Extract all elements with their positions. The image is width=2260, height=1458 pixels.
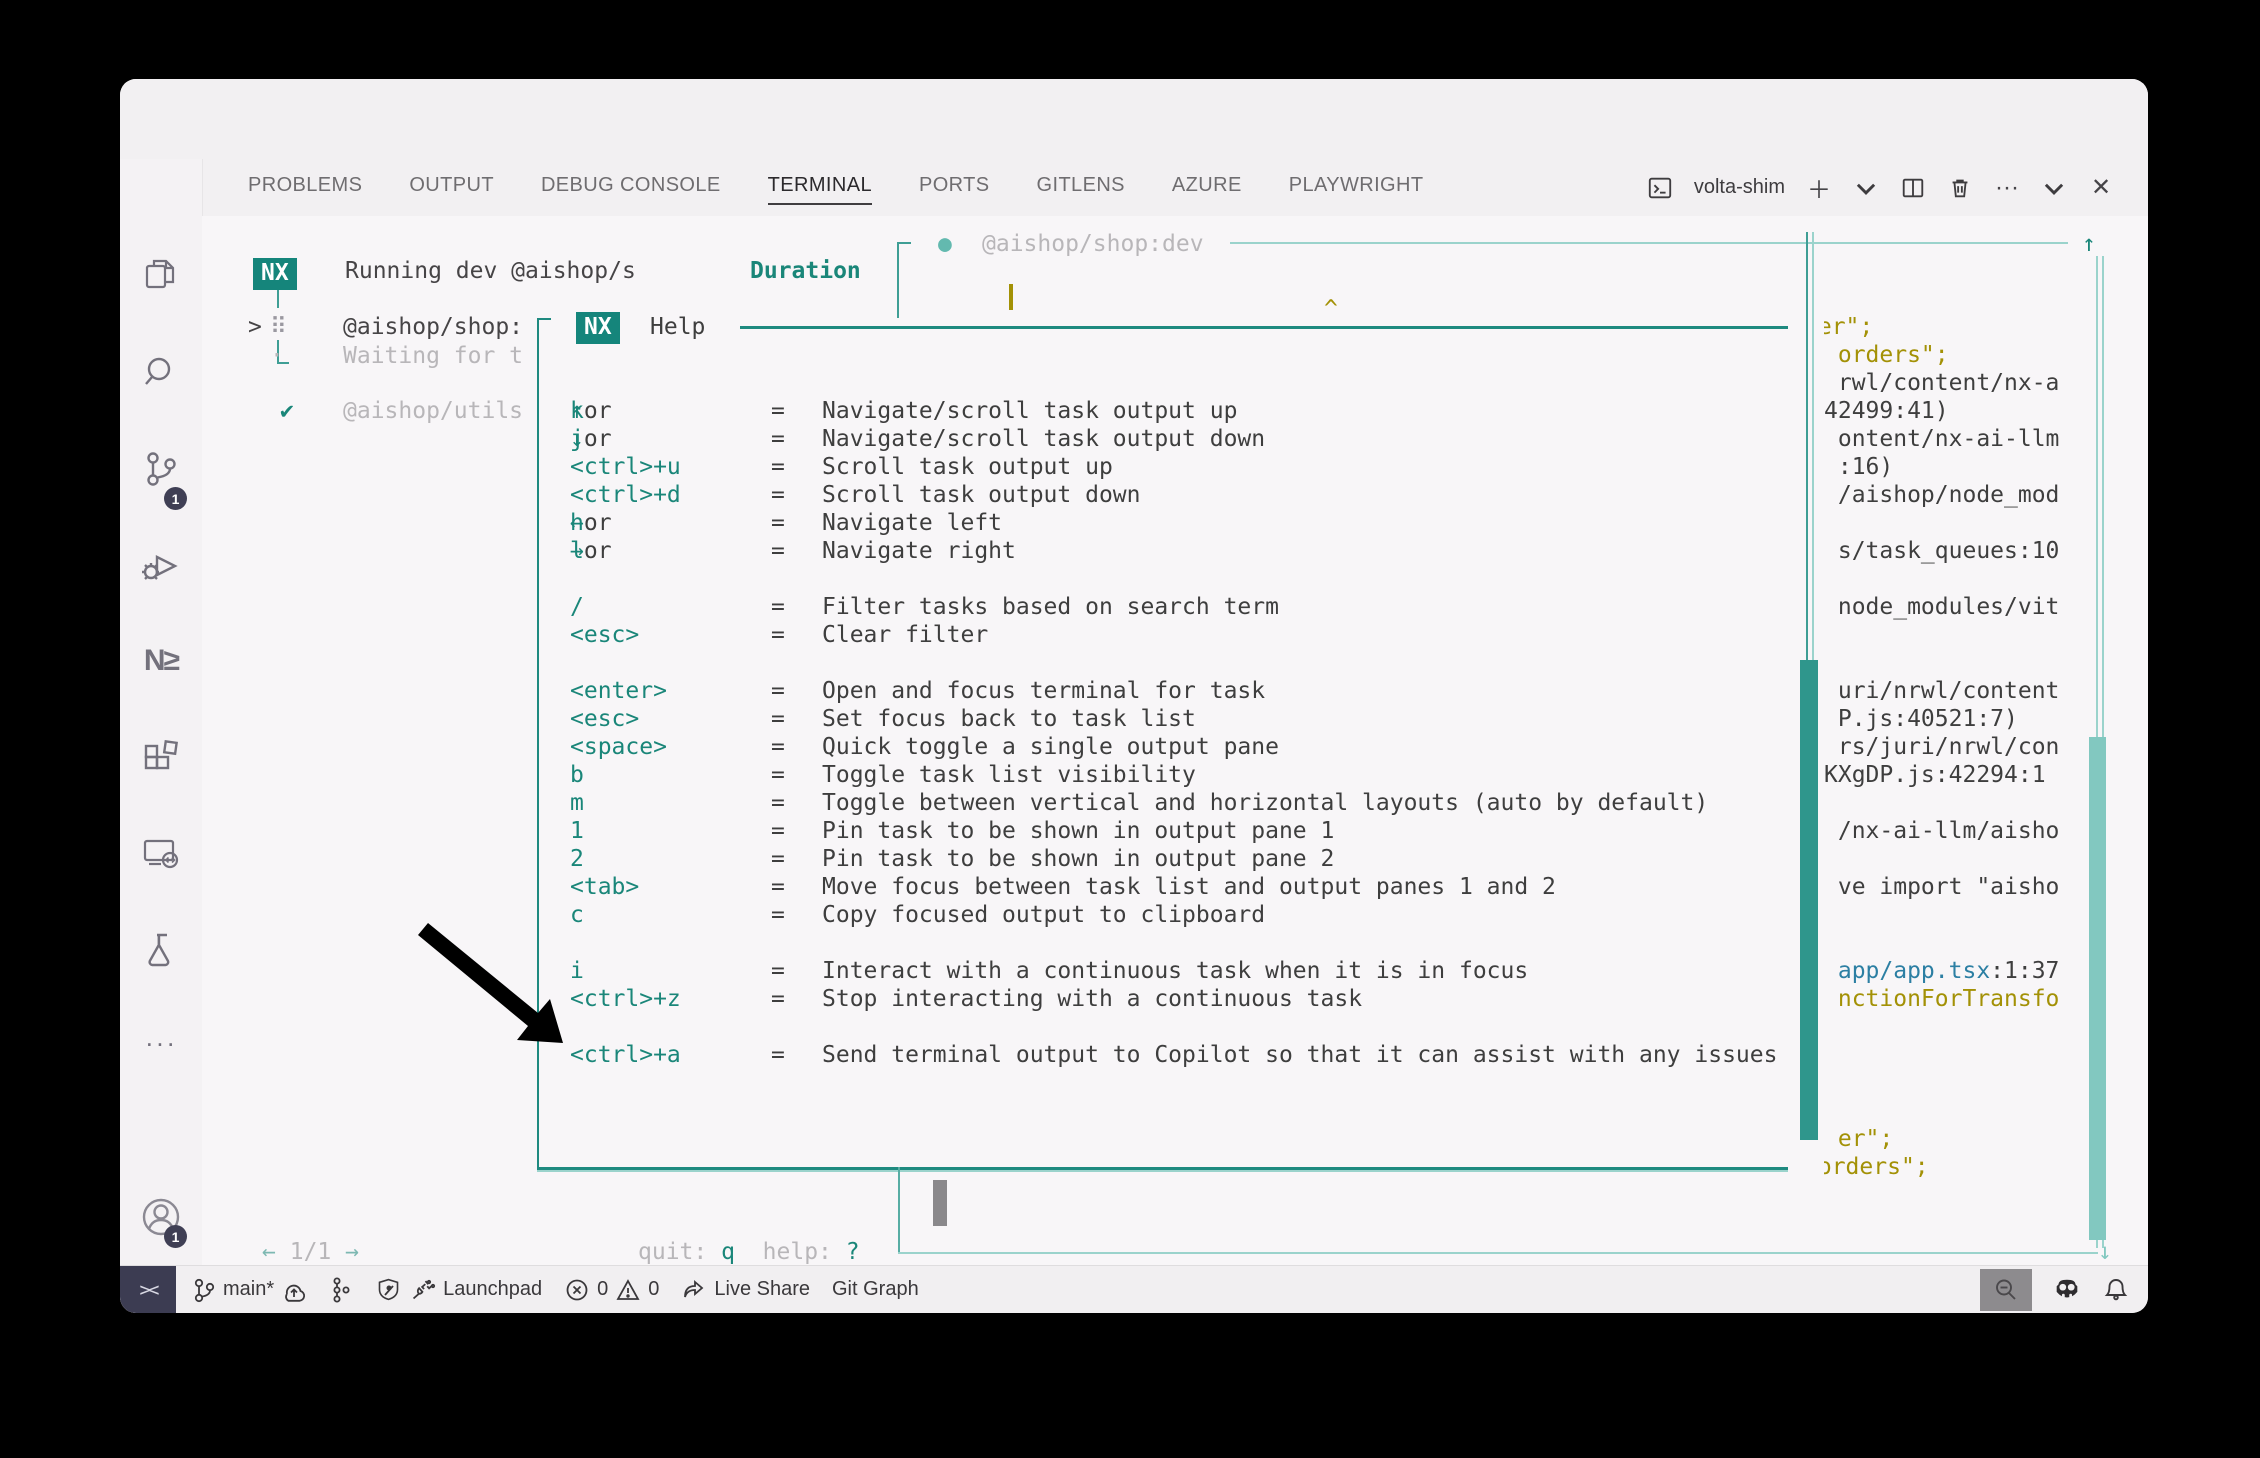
right-pane-line: rs/juri/nrwl/con xyxy=(1838,733,2060,761)
right-pane-line: /aishop/node_mod xyxy=(1838,481,2060,509)
right-pane-line: app/app.tsx:1:37 xyxy=(1838,957,2060,985)
terminal-dropdown-icon[interactable] xyxy=(1853,175,1879,201)
right-pane-line: uri/nrwl/content xyxy=(1838,677,2060,705)
extensions-icon[interactable] xyxy=(140,734,182,776)
right-pane-line: orders"; xyxy=(1838,341,1949,369)
right-pane-line: rwl/content/nx-a xyxy=(1838,369,2060,397)
tab-ports[interactable]: PORTS xyxy=(919,168,990,207)
pane-bottom-scrollbar[interactable] xyxy=(933,1180,947,1226)
pager-right-icon[interactable]: → xyxy=(345,1239,359,1265)
launchpad-label: Launchpad xyxy=(443,1278,542,1301)
zoom-status-button[interactable] xyxy=(1980,1269,2032,1311)
notifications-bell-icon[interactable] xyxy=(2102,1276,2130,1304)
panel-tab-bar: PROBLEMS OUTPUT DEBUG CONSOLE TERMINAL PORTS… xyxy=(202,159,2148,216)
rocket-shield-icon xyxy=(375,1276,403,1304)
branch-status[interactable]: main* xyxy=(192,1276,307,1304)
run-debug-icon[interactable] xyxy=(139,545,183,589)
tab-gitlens[interactable]: GITLENS xyxy=(1037,168,1125,207)
right-pane-line: 42499:41) xyxy=(1824,397,1949,425)
new-terminal-button[interactable]: ＋ xyxy=(1806,175,1832,201)
git-graph-label: Git Graph xyxy=(832,1278,919,1301)
activity-bar: 1 N≥ ··· 1 ⚙ 1 xyxy=(120,159,203,1266)
pipeline-icon xyxy=(329,1276,353,1304)
git-graph-button[interactable]: Git Graph xyxy=(832,1278,919,1301)
right-pane-line: ↑er"; xyxy=(1824,313,1873,341)
tab-terminal[interactable]: TERMINAL xyxy=(768,168,872,207)
terminal-icon xyxy=(1647,175,1673,201)
right-pane-border-b xyxy=(1812,232,1814,662)
status-bar: >< main* Lau xyxy=(120,1265,2148,1313)
tab-azure[interactable]: AZURE xyxy=(1172,168,1242,207)
right-pane-line: :16) xyxy=(1838,453,1893,481)
tab-problems[interactable]: PROBLEMS xyxy=(248,168,362,207)
plug-icon xyxy=(410,1277,436,1303)
more-views-icon[interactable]: ··· xyxy=(145,1028,177,1059)
right-pane-line: P.js:40521:7) xyxy=(1838,705,2018,733)
publish-icon[interactable] xyxy=(281,1277,307,1303)
red-annotation-arrow xyxy=(405,915,575,1055)
quit-key: q xyxy=(721,1239,735,1265)
right-pane-line: ontent/nx-ai-llm xyxy=(1838,425,2060,453)
tab-playwright[interactable]: PLAYWRIGHT xyxy=(1289,168,1424,207)
right-pane-line: KXgDP.js:42294:1 xyxy=(1824,761,2046,789)
pane-bottom-left-border xyxy=(898,1167,900,1254)
right-pane-line: er"; xyxy=(1838,1125,1893,1153)
remote-indicator[interactable]: >< xyxy=(120,1266,176,1313)
vscode-window: ✕ — ⤡ ← → aishop xyxy=(120,79,2148,1313)
split-terminal-icon[interactable] xyxy=(1900,175,1926,201)
pager-left-icon[interactable]: ← xyxy=(262,1239,276,1265)
right-pane-line: /nx-ai-llm/aisho xyxy=(1838,817,2060,845)
tab-output[interactable]: OUTPUT xyxy=(409,168,494,207)
right-pane-output: ↑er";orders";rwl/content/nx-a42499:41)on… xyxy=(1824,216,2090,1266)
nx-console-icon[interactable]: N≥ xyxy=(144,644,178,678)
close-panel-icon[interactable]: ✕ xyxy=(2088,175,2114,201)
scroll-down-icon[interactable]: ↓ xyxy=(2098,1238,2112,1266)
pager-count: 1/1 xyxy=(290,1239,332,1265)
warning-icon xyxy=(615,1277,641,1303)
terminal-session-name[interactable]: volta-shim xyxy=(1694,176,1785,199)
copilot-status-icon[interactable] xyxy=(2052,1275,2082,1305)
branch-name: main* xyxy=(223,1278,274,1301)
kill-terminal-icon[interactable] xyxy=(1947,175,1973,201)
right-pane-line: nctionForTransfo xyxy=(1838,985,2060,1013)
right-pane-line: s/task_queues:10 xyxy=(1838,537,2060,565)
account-badge: 1 xyxy=(164,1225,187,1248)
terminal-canvas: NX Running dev @aishop/s Duration ● @ais… xyxy=(202,216,2148,1266)
testing-icon[interactable] xyxy=(140,928,182,970)
live-share-button[interactable]: Live Share xyxy=(681,1277,810,1303)
quit-help-hint: quit: q help: ? xyxy=(638,1238,860,1266)
panel-tabs: PROBLEMS OUTPUT DEBUG CONSOLE TERMINAL PORTS… xyxy=(202,168,1423,207)
error-count: 0 xyxy=(597,1278,608,1301)
remote-explorer-icon[interactable] xyxy=(139,831,183,875)
tab-debug-console[interactable]: DEBUG CONSOLE xyxy=(541,168,721,207)
problems-status[interactable]: 0 0 xyxy=(564,1277,659,1303)
right-pane-border-a xyxy=(1806,232,1808,662)
error-icon xyxy=(564,1277,590,1303)
title-bar: ✕ — ⤡ ← → aishop xyxy=(120,79,2148,159)
more-actions-icon[interactable]: ··· xyxy=(1994,175,2020,201)
task-pager[interactable]: ← 1/1 → xyxy=(262,1238,359,1266)
right-pane-line: node_modules/vit xyxy=(1838,593,2060,621)
right-pane-scrollbar-thumb[interactable] xyxy=(1800,660,1818,1140)
help-key: ? xyxy=(846,1239,860,1265)
right-pane-line: ↓orders"; xyxy=(1824,1153,1929,1181)
source-control-badge: 1 xyxy=(164,487,187,510)
explorer-icon[interactable] xyxy=(141,255,181,295)
search-sidebar-icon[interactable] xyxy=(141,353,181,393)
zoom-out-icon xyxy=(1993,1277,2019,1303)
maximize-panel-icon[interactable] xyxy=(2041,175,2067,201)
live-share-label: Live Share xyxy=(714,1278,810,1301)
pane2-scrollbar-thumb[interactable] xyxy=(2089,737,2106,1240)
remote-icon: >< xyxy=(140,1279,157,1301)
launchpad-button[interactable]: Launchpad xyxy=(375,1276,542,1304)
pane-bottom-border xyxy=(898,1252,2098,1254)
pipeline-status[interactable] xyxy=(329,1276,353,1304)
git-branch-icon xyxy=(192,1276,216,1304)
warning-count: 0 xyxy=(648,1278,659,1301)
live-share-icon xyxy=(681,1277,707,1303)
right-pane-line: ve import "aisho xyxy=(1838,873,2060,901)
source-control-icon[interactable] xyxy=(140,448,182,490)
